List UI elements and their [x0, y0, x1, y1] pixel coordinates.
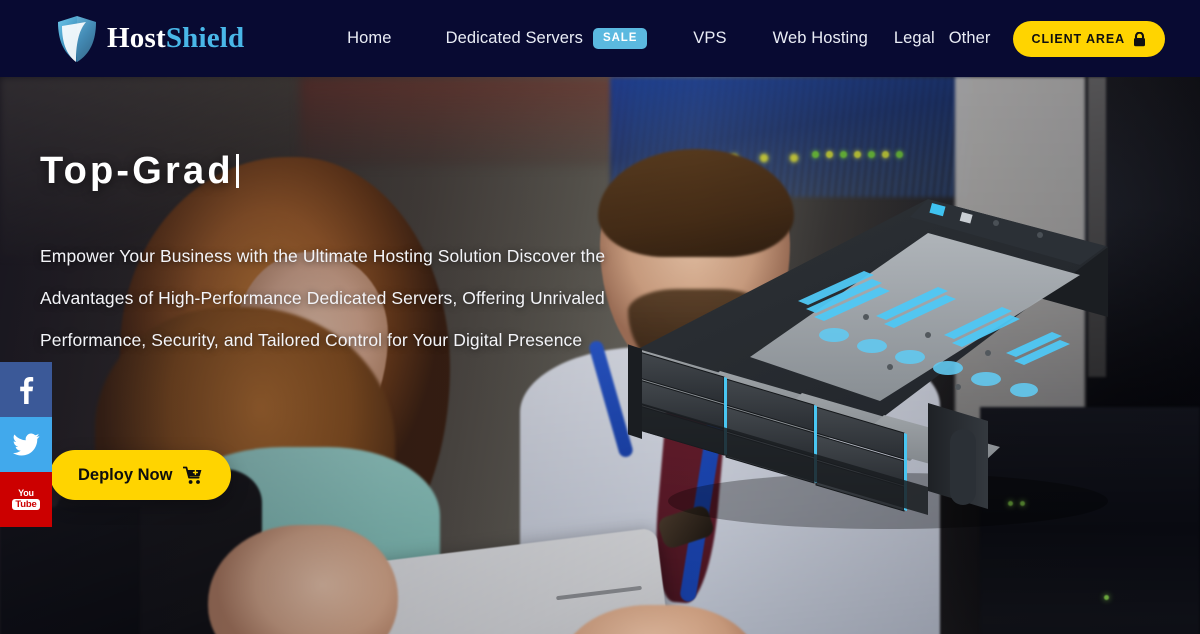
sale-badge: SALE	[593, 28, 648, 49]
page-root: HostShield Home Dedicated Servers SALE V…	[0, 0, 1200, 634]
nav-item-web-hosting[interactable]: Web Hosting	[773, 23, 868, 54]
nav-item-home[interactable]: Home	[347, 23, 391, 54]
hero-description: Empower Your Business with the Ultimate …	[40, 246, 606, 350]
shield-icon	[58, 15, 96, 62]
deploy-now-button[interactable]: Deploy Now	[50, 450, 232, 500]
twitter-icon	[12, 433, 39, 456]
logo-text-host: Host	[107, 22, 166, 54]
hero-title: Top-Grad	[40, 150, 239, 193]
site-logo[interactable]: HostShield	[56, 15, 244, 63]
hero-content: Top-Grad Empower Your Business with the …	[0, 77, 660, 634]
lock-icon	[1134, 31, 1145, 46]
client-area-button[interactable]: CLIENT AREA	[1012, 20, 1165, 57]
social-share-rail: You Tube	[0, 362, 52, 527]
nav-item-dedicated-servers-label: Dedicated Servers	[445, 29, 583, 47]
shopping-cart-icon	[183, 466, 202, 484]
youtube-icon: You Tube	[12, 487, 40, 511]
deploy-now-label: Deploy Now	[78, 466, 173, 484]
social-link-youtube[interactable]: You Tube	[0, 472, 52, 527]
youtube-text-you: You	[18, 487, 34, 498]
social-link-twitter[interactable]	[0, 417, 52, 472]
nav-item-other[interactable]: Other	[949, 23, 991, 54]
logo-wordmark: HostShield	[107, 24, 244, 53]
nav-item-vps[interactable]: VPS	[693, 23, 726, 54]
youtube-text-tube: Tube	[12, 498, 40, 511]
site-header: HostShield Home Dedicated Servers SALE V…	[0, 0, 1200, 77]
typing-caret	[235, 154, 239, 188]
facebook-icon	[19, 376, 33, 404]
nav-item-dedicated-servers[interactable]: Dedicated Servers SALE	[446, 23, 648, 54]
logo-text-shield: Shield	[165, 22, 245, 54]
social-link-facebook[interactable]	[0, 362, 52, 417]
main-navigation: Home Dedicated Servers SALE VPS Web Host…	[347, 20, 1165, 57]
nav-item-legal[interactable]: Legal	[894, 23, 935, 54]
hero-section: Top-Grad Empower Your Business with the …	[0, 77, 1200, 634]
rack-server-illustration	[624, 189, 1148, 539]
hero-title-text: Top-Grad	[40, 150, 234, 192]
client-area-label: CLIENT AREA	[1031, 32, 1125, 46]
